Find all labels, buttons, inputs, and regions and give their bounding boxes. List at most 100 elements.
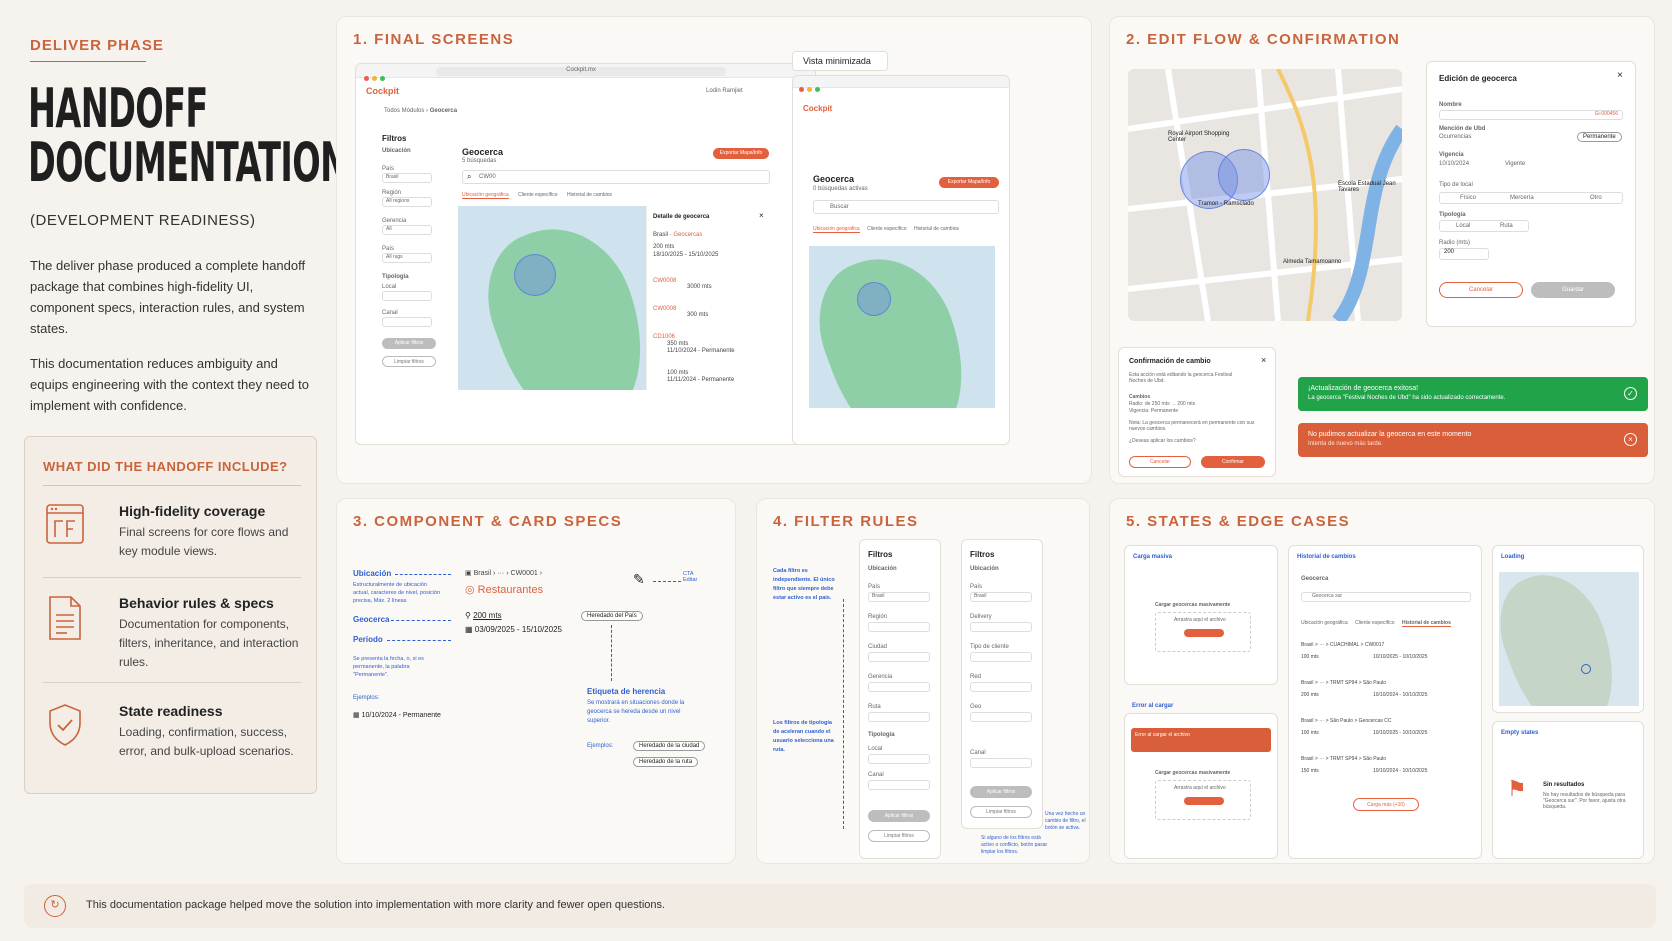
clear-filters-button[interactable]: Limpiar filtros <box>382 356 436 367</box>
search-input[interactable]: Geocerca sur <box>1301 592 1471 602</box>
cancel-button[interactable]: Cancelar <box>1129 456 1191 468</box>
dropzone-text: Arrastra aquí el archivo <box>1174 785 1226 791</box>
apply-filters-button[interactable]: Aplicar filtros <box>382 338 436 349</box>
tab-geographic[interactable]: Ubicación geográfica <box>462 192 509 199</box>
main-title: Geocerca <box>813 174 855 184</box>
clear-filters-button[interactable]: Limpiar filtros <box>970 806 1032 818</box>
local-select[interactable] <box>868 754 930 764</box>
map-view[interactable] <box>458 206 646 390</box>
state-label: Loading <box>1501 554 1525 560</box>
tab-client[interactable]: Cliente específico <box>518 192 557 198</box>
apply-filters-button[interactable]: Aplicar filtros <box>868 810 930 822</box>
save-button[interactable]: Guardar <box>1531 282 1615 298</box>
red-select[interactable] <box>970 682 1032 692</box>
tab-history[interactable]: Historial de cambios <box>567 192 612 198</box>
dropzone[interactable]: Arrastra aquí el archivo <box>1155 612 1251 652</box>
option-ruta[interactable]: Ruta <box>1500 223 1513 229</box>
country-select[interactable]: Brasil <box>382 173 432 183</box>
handoff-box-title: WHAT DID THE HANDOFF INCLUDE? <box>43 459 288 474</box>
management-select[interactable] <box>868 682 930 692</box>
tab-geographic[interactable]: Ubicación geográfica <box>813 226 860 233</box>
filter-label: Ruta <box>868 704 881 710</box>
city-select[interactable] <box>868 652 930 662</box>
row-distance: 100 mts <box>667 370 689 376</box>
country-select-2[interactable]: All rugs <box>382 253 432 263</box>
loading-state: Loading <box>1492 545 1644 713</box>
row-date: 11/10/2024 - Permanente <box>667 348 735 354</box>
close-icon[interactable]: × <box>1617 70 1623 81</box>
breadcrumb-item[interactable]: Todos Módulos <box>384 108 424 114</box>
apply-filters-button[interactable]: Aplicar filtros <box>970 786 1032 798</box>
close-icon[interactable]: × <box>1261 355 1266 365</box>
tabs: Ubicación geográfica Cliente específico … <box>813 226 959 233</box>
channel-select[interactable] <box>868 780 930 790</box>
map-view[interactable] <box>809 246 995 408</box>
edit-pencil-icon[interactable]: ✎ <box>633 571 645 588</box>
export-button[interactable]: Exportar Mapa/Info <box>713 148 769 159</box>
row-code: CW0008 <box>653 306 677 312</box>
route-select[interactable] <box>868 712 930 722</box>
map-label: Tramon - Ramsclado <box>1198 201 1254 207</box>
client-type-select[interactable] <box>970 652 1032 662</box>
option-fisico[interactable]: Físico <box>1460 195 1476 201</box>
filters-title: Filtros <box>970 550 995 559</box>
country-select[interactable]: Brasil <box>868 592 930 602</box>
search-input[interactable]: CW00 <box>462 170 770 184</box>
tab-geographic[interactable]: Ubicación geográfica <box>1301 620 1348 626</box>
country-select[interactable]: Brasil <box>970 592 1032 602</box>
load-more-button[interactable]: Carga más (+10) <box>1353 798 1419 811</box>
state-label: Historial de cambios <box>1297 554 1356 560</box>
channel-select[interactable] <box>382 317 432 327</box>
tab-client[interactable]: Cliente específico <box>867 226 906 232</box>
section-title: 5. STATES & EDGE CASES <box>1126 513 1351 530</box>
history-date: 10/10/2025 - 10/10/2025 <box>1373 654 1428 660</box>
option-merceria[interactable]: Mercería <box>1510 195 1534 201</box>
tab-client[interactable]: Cliente específico <box>1355 620 1394 626</box>
export-button[interactable]: Exportar Mapa/Info <box>939 177 999 188</box>
rule-note: Una vez hecho un cambio de filtro, el bo… <box>1045 811 1086 831</box>
tab-history[interactable]: Historial de cambios <box>914 226 959 232</box>
select-file-button[interactable] <box>1184 629 1224 637</box>
search-input[interactable]: Buscar <box>813 200 999 214</box>
page-title: HANDOFF DOCUMENTATION <box>28 82 348 190</box>
local-select[interactable] <box>382 291 432 301</box>
card-name: Restaurantes <box>477 584 544 596</box>
close-circle-icon[interactable]: × <box>1624 433 1637 446</box>
cancel-button[interactable]: Cancelar <box>1439 282 1523 298</box>
management-select[interactable]: All <box>382 225 432 235</box>
main-subtitle: 0 búsquedas activas <box>813 186 868 192</box>
confirm-button[interactable]: Confirmar <box>1201 456 1265 468</box>
filter-label: País <box>382 166 395 172</box>
question-text: ¿Deseas aplicar los cambios? <box>1129 438 1196 444</box>
delivery-select[interactable] <box>970 622 1032 632</box>
region-select[interactable] <box>868 622 930 632</box>
filters-title: Filtros <box>382 134 407 143</box>
error-toast: No pudimos actualizar la geocerca en est… <box>1298 423 1648 457</box>
validity-date[interactable]: 10/10/2024 <box>1439 161 1469 167</box>
url-bar[interactable]: Cockpit.mx <box>436 67 726 76</box>
modal-title: Confirmación de cambio <box>1129 358 1211 365</box>
upload-title: Cargar geocercas masivamente <box>1155 602 1231 608</box>
region-select[interactable]: All regions <box>382 197 432 207</box>
permanent-chip[interactable]: Permanente <box>1577 132 1622 142</box>
empty-title: Sin resultados <box>1543 782 1585 788</box>
street-map[interactable]: Royal Airport Shopping Center Escola Est… <box>1128 69 1402 321</box>
radius-input[interactable]: 200 <box>1439 248 1489 260</box>
select-file-button[interactable] <box>1184 797 1224 805</box>
dropzone[interactable]: Arrastra aquí el archivo <box>1155 780 1251 820</box>
option-otro[interactable]: Otro <box>1590 195 1602 201</box>
option-local[interactable]: Local <box>1456 223 1470 229</box>
item-desc: Loading, confirmation, success, error, a… <box>119 725 294 758</box>
filter-label: País <box>868 584 881 590</box>
section-title: 2. EDIT FLOW & CONFIRMATION <box>1126 31 1401 48</box>
name-input[interactable]: Gi-000456 <box>1439 110 1623 120</box>
close-icon[interactable]: × <box>759 211 764 220</box>
geo-select[interactable] <box>970 712 1032 722</box>
filters-title: Filtros <box>868 550 893 559</box>
filter-label: Canal <box>868 772 884 778</box>
channel-select[interactable] <box>970 758 1032 768</box>
user-name[interactable]: Lodin Ramjiet <box>706 88 743 94</box>
filter-group-label: Tipología <box>382 274 409 280</box>
clear-filters-button[interactable]: Limpiar filtros <box>868 830 930 842</box>
tab-history[interactable]: Historial de cambios <box>1401 620 1451 627</box>
